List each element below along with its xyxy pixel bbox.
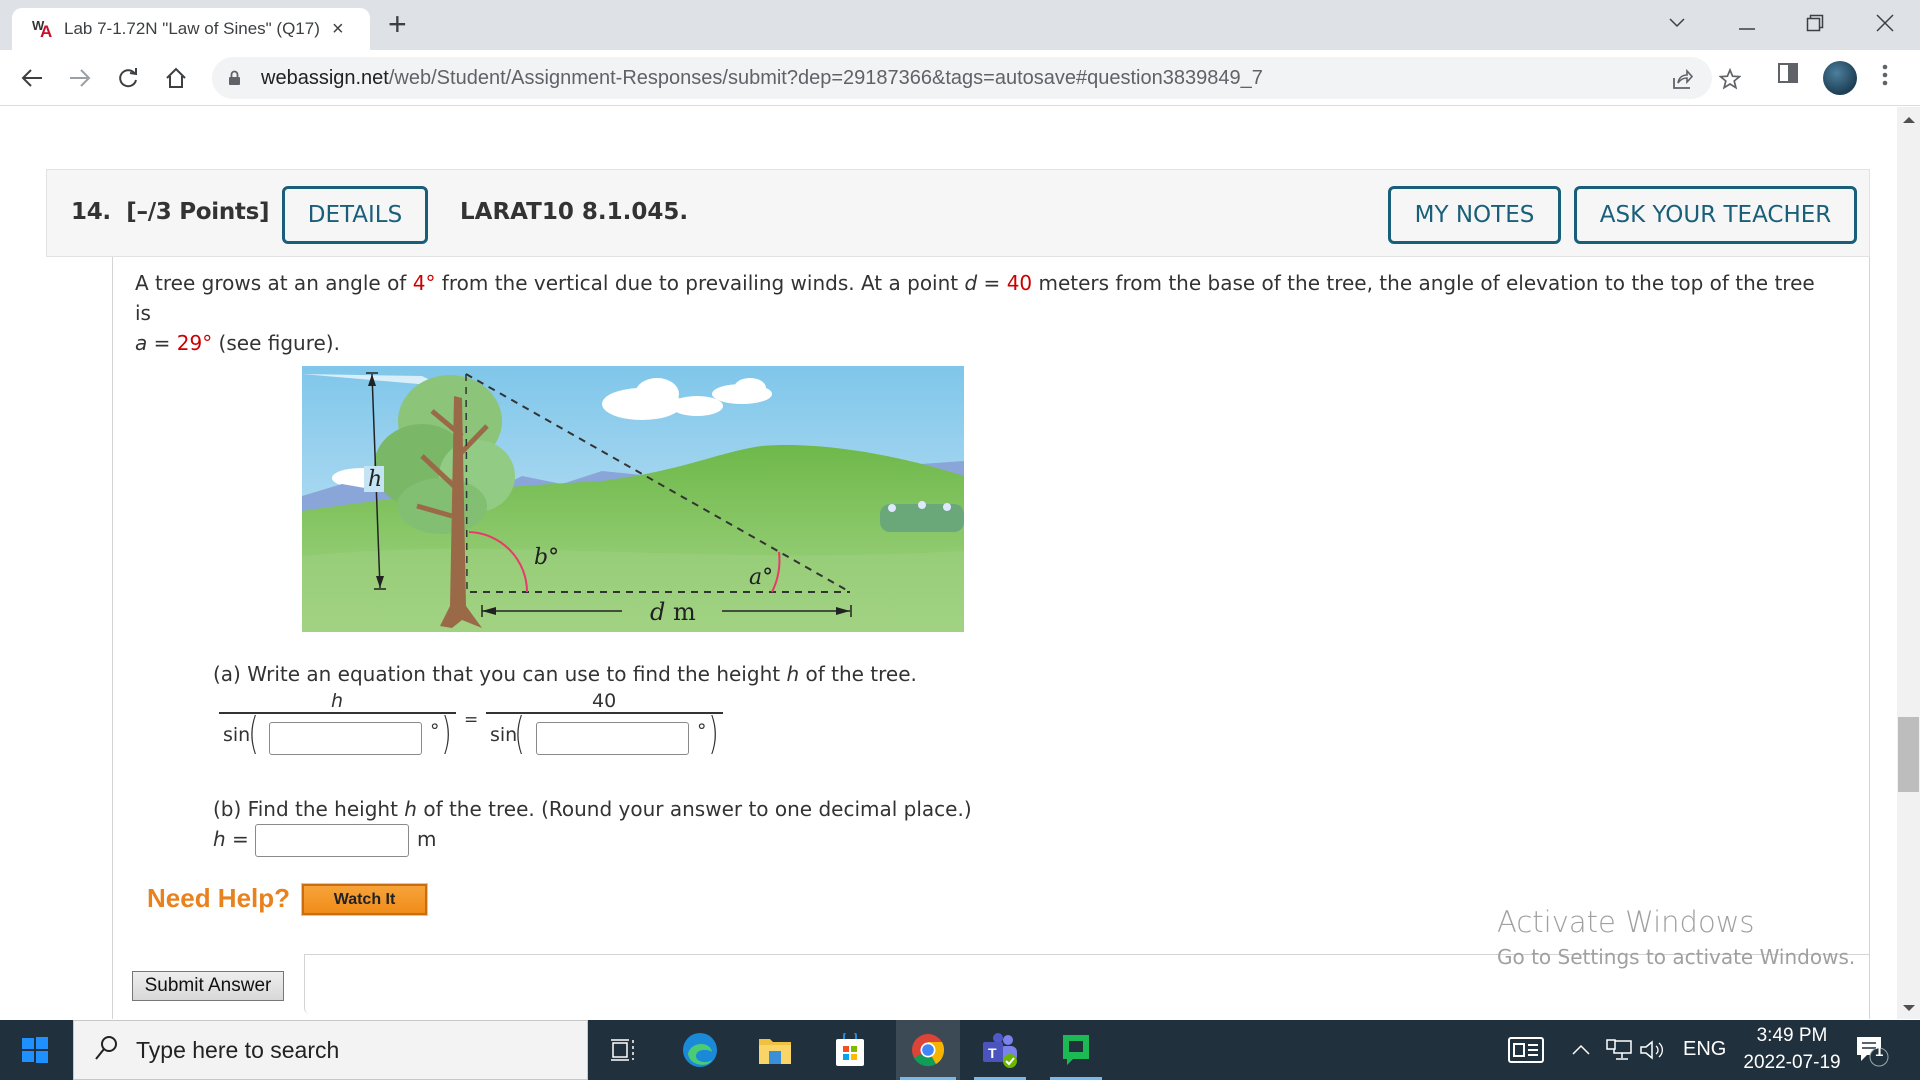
notification-count: 1 (1875, 1043, 1884, 1060)
clock-time[interactable]: 3:49 PM (1748, 1025, 1836, 1047)
scroll-up-icon[interactable] (1903, 117, 1915, 123)
search-icon (94, 1035, 118, 1065)
page-scrollbar[interactable] (1897, 107, 1920, 1019)
microsoft-store-icon[interactable] (820, 1020, 880, 1080)
submit-answer-button[interactable]: Submit Answer (132, 971, 284, 1001)
left-close-paren: ) (441, 708, 452, 759)
groupme-icon[interactable] (1046, 1020, 1106, 1080)
bookmark-star-icon[interactable] (1717, 66, 1743, 92)
label-b: b° (534, 545, 559, 570)
tree-axis-line (465, 373, 468, 593)
task-view-icon[interactable] (594, 1020, 654, 1080)
part-b-lhs: h = (213, 827, 249, 851)
language-indicator[interactable]: ENG (1683, 1038, 1726, 1061)
given-elevation-value: 29° (176, 331, 213, 355)
watch-it-button[interactable]: Watch It (301, 883, 428, 916)
left-sin-label: sin (223, 724, 251, 746)
tree-figure: h b° a° d m (302, 366, 964, 632)
clock-date[interactable]: 2022-07-19 (1735, 1052, 1849, 1074)
reload-icon[interactable] (110, 60, 146, 96)
activate-windows-watermark: Activate Windows Go to Settings to activ… (1497, 905, 1856, 969)
left-angle-input[interactable] (269, 722, 422, 755)
ask-your-teacher-button[interactable]: ASK YOUR TEACHER (1574, 186, 1857, 244)
side-panel-icon[interactable] (1778, 62, 1798, 88)
left-open-paren: ( (248, 708, 259, 759)
windows-start-icon[interactable] (5, 1020, 65, 1080)
chrome-menu-icon[interactable] (1881, 64, 1889, 90)
equals-sign: = (464, 710, 479, 730)
tab-close-icon[interactable]: × (332, 18, 344, 41)
home-icon[interactable] (158, 60, 194, 96)
restore-icon[interactable] (1806, 12, 1824, 38)
file-explorer-icon[interactable] (745, 1020, 805, 1080)
chrome-taskbar-icon[interactable] (896, 1020, 960, 1080)
taskbar-search-box[interactable]: Type here to search (73, 1020, 588, 1080)
right-open-paren: ( (514, 708, 525, 759)
left-degree-symbol: ° (430, 720, 440, 742)
scroll-down-icon[interactable] (1903, 1005, 1915, 1011)
given-angle-value: 4° (412, 271, 436, 295)
forward-icon[interactable] (62, 60, 98, 96)
scrollbar-thumb[interactable] (1898, 717, 1919, 792)
address-bar[interactable]: webassign.net/web/Student/Assignment-Res… (212, 57, 1741, 99)
profile-avatar[interactable] (1823, 61, 1857, 95)
svg-text:T: T (988, 1045, 997, 1061)
right-degree-symbol: ° (697, 720, 707, 742)
tab-title: Lab 7-1.72N "Law of Sines" (Q17) (64, 19, 320, 38)
label-d: d m (650, 598, 696, 626)
question-header: 14. [–/3 Points] DETAILS LARAT10 8.1.045… (46, 169, 1870, 257)
label-h: h (368, 467, 382, 492)
share-icon[interactable] (1669, 66, 1695, 92)
browser-tab[interactable]: WA Lab 7-1.72N "Law of Sines" (Q17) × (12, 8, 370, 50)
right-numerator: 40 (592, 690, 617, 712)
teams-icon[interactable]: T (970, 1020, 1030, 1080)
label-a: a° (749, 565, 773, 590)
news-widget-icon[interactable] (1496, 1020, 1556, 1080)
unit-label: m (417, 827, 437, 851)
minimize-icon[interactable] (1738, 12, 1756, 38)
question-number-points: 14. [–/3 Points] (71, 199, 270, 225)
close-window-icon[interactable] (1876, 12, 1894, 38)
my-notes-button[interactable]: MY NOTES (1388, 186, 1561, 244)
new-tab-button[interactable]: + (388, 6, 407, 43)
question-code: LARAT10 8.1.045. (460, 199, 689, 225)
right-angle-input[interactable] (536, 722, 689, 755)
part-a-prompt: (a) Write an equation that you can use t… (213, 662, 917, 686)
url-text[interactable]: webassign.net/web/Student/Assignment-Res… (261, 67, 1263, 90)
browser-tab-strip: WA Lab 7-1.72N "Law of Sines" (Q17) × + (0, 0, 1920, 50)
need-help-label: Need Help? (147, 883, 291, 913)
back-icon[interactable] (14, 60, 50, 96)
browser-toolbar: webassign.net/web/Student/Assignment-Res… (0, 50, 1920, 106)
left-numerator: h (331, 690, 344, 712)
volume-icon[interactable] (1622, 1020, 1682, 1080)
part-b-prompt: (b) Find the height h of the tree. (Roun… (213, 797, 972, 821)
question-prompt: A tree grows at an angle of 4° from the … (135, 271, 1815, 355)
right-close-paren: ) (708, 708, 719, 759)
details-button[interactable]: DETAILS (282, 186, 428, 244)
tab-search-dropdown-icon[interactable] (1668, 8, 1686, 34)
edge-icon[interactable] (670, 1020, 730, 1080)
windows-taskbar: Type here to search T ENG 3:49 PM 2022-0… (0, 1020, 1920, 1080)
bushes (880, 501, 964, 532)
right-sin-label: sin (490, 724, 518, 746)
notification-center-icon[interactable]: 1 (1842, 1020, 1902, 1080)
lock-icon[interactable] (228, 70, 241, 90)
page-content: 14. [–/3 Points] DETAILS LARAT10 8.1.045… (0, 107, 1900, 1019)
webassign-icon: WA (32, 18, 53, 41)
height-answer-input[interactable] (255, 824, 409, 857)
given-distance-value: 40 (1006, 271, 1033, 295)
